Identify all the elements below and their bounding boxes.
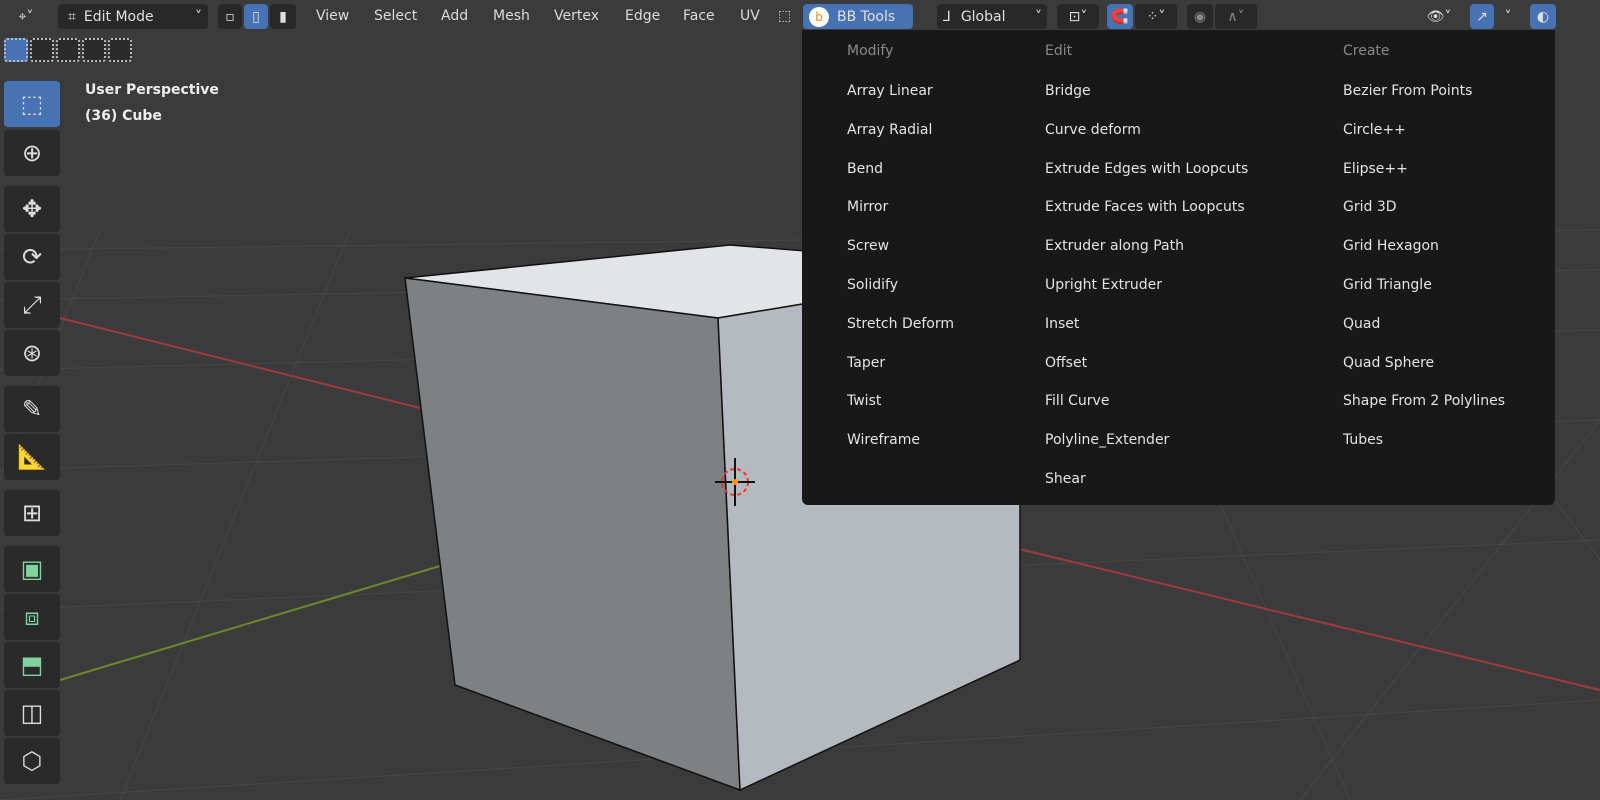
rotate-icon[interactable]: ⟳ (4, 234, 60, 280)
header-bar: ⌖˅ ⌗ Edit Mode ˅ ▫ ▯ ▮ View Select Add M… (0, 0, 1600, 33)
edge-select-button[interactable]: ▯ (244, 4, 268, 29)
menu-add[interactable]: Add (441, 4, 468, 29)
select-new-icon[interactable] (4, 38, 28, 62)
inset-icon[interactable]: ⧈ (4, 594, 60, 640)
menu-item-twist[interactable]: Twist (847, 390, 881, 412)
menu-item-array-radial[interactable]: Array Radial (847, 119, 932, 141)
orientation-axes-icon: ⅃ (943, 8, 951, 25)
chevron-down-icon: ˅ (1035, 8, 1042, 25)
menu-item-tubes[interactable]: Tubes (1343, 429, 1383, 451)
menu-item-extrude-faces-with-loopcuts[interactable]: Extrude Faces with Loopcuts (1045, 196, 1245, 218)
measure-icon[interactable]: 📐 (4, 434, 60, 480)
menu-column-heading: Create (1343, 43, 1390, 59)
gizmo-toggle-icon[interactable]: ↗ (1470, 4, 1494, 29)
menu-uv[interactable]: UV (740, 4, 760, 29)
edit-mode-icon: ⌗ (68, 8, 76, 25)
menu-item-circle-[interactable]: Circle++ (1343, 119, 1406, 141)
menu-face[interactable]: Face (683, 4, 715, 29)
menu-item-inset[interactable]: Inset (1045, 313, 1079, 335)
menu-column-heading: Edit (1045, 43, 1073, 59)
vertex-select-button[interactable]: ▫ (218, 4, 242, 29)
menu-item-shear[interactable]: Shear (1045, 468, 1086, 490)
knife-icon[interactable]: ⬡ (4, 738, 60, 784)
cursor-icon[interactable]: ⊕ (4, 130, 60, 176)
transform-orientation-select[interactable]: ⅃ Global ˅ (937, 4, 1047, 29)
menu-item-upright-extruder[interactable]: Upright Extruder (1045, 274, 1162, 296)
menu-column-heading: Modify (847, 43, 894, 59)
menu-item-extruder-along-path[interactable]: Extruder along Path (1045, 235, 1184, 257)
bb-tools-tab[interactable]: b BB Tools (803, 4, 913, 29)
extrude-icon[interactable]: ▣ (4, 546, 60, 592)
menu-mesh[interactable]: Mesh (493, 4, 530, 29)
transform-icon[interactable]: ⊛ (4, 330, 60, 376)
mode-select[interactable]: ⌗ Edit Mode ˅ (58, 4, 208, 29)
menu-item-extrude-edges-with-loopcuts[interactable]: Extrude Edges with Loopcuts (1045, 158, 1248, 180)
orientation-label: Global (960, 8, 1006, 25)
menu-item-shape-from-2-polylines[interactable]: Shape From 2 Polylines (1343, 390, 1505, 412)
menu-item-grid-triangle[interactable]: Grid Triangle (1343, 274, 1432, 296)
menu-item-offset[interactable]: Offset (1045, 352, 1087, 374)
menu-edge[interactable]: Edge (625, 4, 660, 29)
x-axis-line (59, 317, 421, 409)
editor-type-icon[interactable]: ⌖˅ (4, 4, 48, 29)
bevel-icon[interactable]: ⬒ (4, 642, 60, 688)
menu-item-quad[interactable]: Quad (1343, 313, 1380, 335)
chevron-down-icon[interactable]: ˅ (1498, 4, 1518, 29)
menu-view[interactable]: View (316, 4, 349, 29)
menu-item-grid-hexagon[interactable]: Grid Hexagon (1343, 235, 1439, 257)
face-select-button[interactable]: ▮ (270, 4, 296, 29)
selection-mode-row (4, 38, 132, 62)
scale-icon[interactable]: ⤢ (4, 282, 60, 328)
menu-item-quad-sphere[interactable]: Quad Sphere (1343, 352, 1434, 374)
menu-item-solidify[interactable]: Solidify (847, 274, 898, 296)
menu-item-bezier-from-points[interactable]: Bezier From Points (1343, 80, 1472, 102)
menu-item-wireframe[interactable]: Wireframe (847, 429, 920, 451)
select-mode-icon[interactable]: ⬚ (778, 4, 791, 29)
menu-item-screw[interactable]: Screw (847, 235, 889, 257)
menu-item-grid-3d[interactable]: Grid 3D (1343, 196, 1397, 218)
overlay-toggle-icon[interactable]: ◐ (1530, 4, 1556, 29)
select-extend-icon[interactable] (30, 38, 54, 62)
pivot-point-button[interactable]: ⊡˅ (1057, 4, 1099, 29)
menu-item-stretch-deform[interactable]: Stretch Deform (847, 313, 954, 335)
menu-item-elipse-[interactable]: Elipse++ (1343, 158, 1408, 180)
menu-vertex[interactable]: Vertex (554, 4, 599, 29)
select-invert-icon[interactable] (82, 38, 106, 62)
loop-cut-icon[interactable]: ◫ (4, 690, 60, 736)
chevron-down-icon: ˅ (195, 8, 202, 25)
bb-tools-menu: Modify Array Linear Array Radial Bend Mirror… (802, 30, 1555, 505)
bb-tools-logo-icon: b (809, 6, 829, 27)
select-subtract-icon[interactable] (56, 38, 80, 62)
menu-item-bend[interactable]: Bend (847, 158, 883, 180)
menu-item-fill-curve[interactable]: Fill Curve (1045, 390, 1109, 412)
snap-toggle-icon[interactable]: 🧲 (1107, 4, 1133, 29)
visibility-icon[interactable]: 👁˅ (1418, 4, 1460, 29)
proportional-edit-icon[interactable]: ◉ (1187, 4, 1213, 29)
mode-label: Edit Mode (83, 8, 154, 25)
select-intersect-icon[interactable] (108, 38, 132, 62)
menu-item-taper[interactable]: Taper (847, 352, 885, 374)
select-box-icon[interactable]: ⬚ (4, 81, 60, 127)
add-cube-icon[interactable]: ⊞ (4, 490, 60, 536)
menu-item-mirror[interactable]: Mirror (847, 196, 888, 218)
snap-target-button[interactable]: ⁘˅ (1135, 4, 1177, 29)
menu-item-bridge[interactable]: Bridge (1045, 80, 1091, 102)
view-name: User Perspective (85, 82, 219, 98)
menu-select[interactable]: Select (374, 4, 417, 29)
bb-tools-label: BB Tools (837, 8, 896, 25)
menu-item-curve-deform[interactable]: Curve deform (1045, 119, 1141, 141)
object-info: (36) Cube (85, 108, 162, 124)
falloff-icon[interactable]: ∧˅ (1215, 4, 1257, 29)
annotate-icon[interactable]: ✎ (4, 386, 60, 432)
menu-item-polyline-extender[interactable]: Polyline_Extender (1045, 429, 1169, 451)
move-icon[interactable]: ✥ (4, 186, 60, 232)
menu-item-array-linear[interactable]: Array Linear (847, 80, 933, 102)
